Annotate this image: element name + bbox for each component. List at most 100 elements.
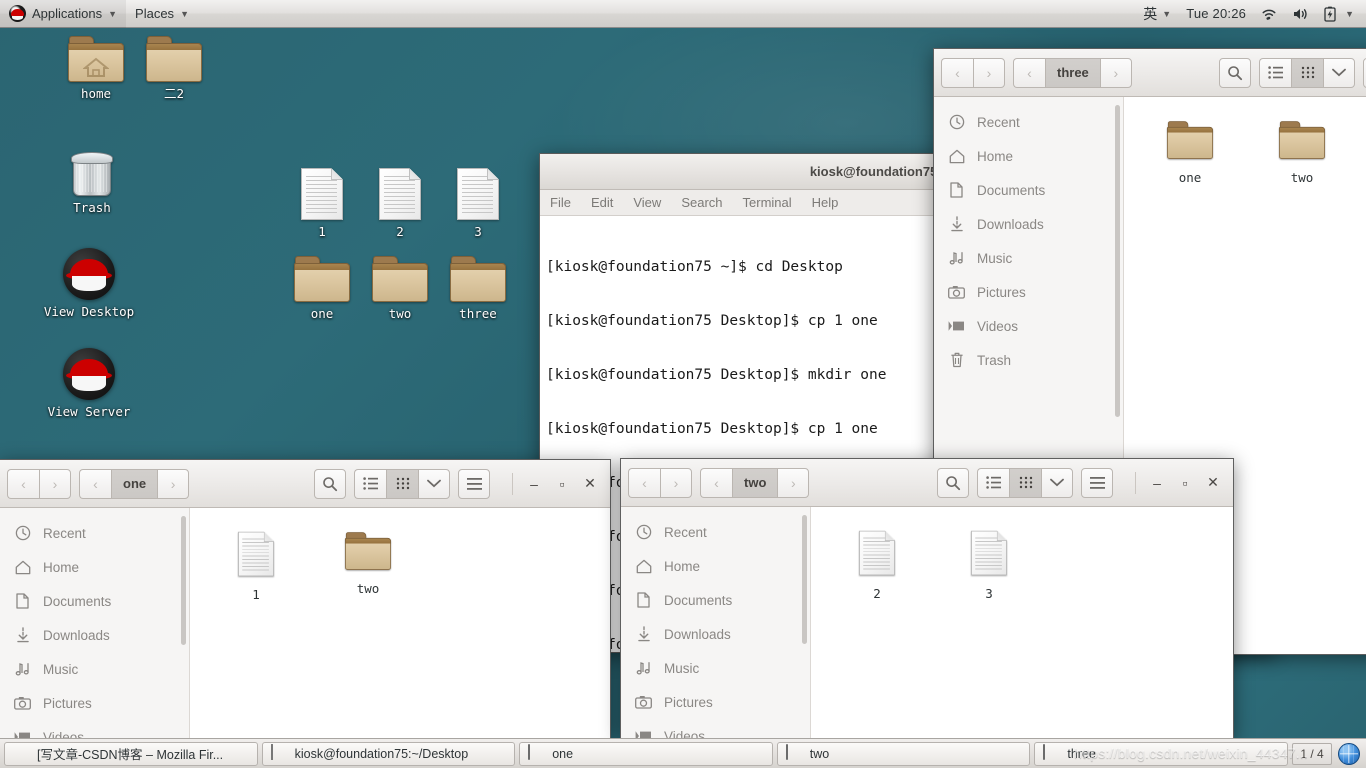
applications-menu[interactable]: Applications ▼ <box>0 0 127 28</box>
places-menu[interactable]: Places ▼ <box>126 0 198 28</box>
sidebar-item-pictures[interactable]: Pictures <box>0 686 189 720</box>
sidebar-item-recent[interactable]: Recent <box>0 516 189 550</box>
list-view-icon[interactable] <box>354 468 386 499</box>
taskbar-item-firefox[interactable]: [写文章-CSDN博客 – Mozilla Fir... <box>4 741 258 766</box>
hamburger-menu-icon[interactable] <box>1081 467 1113 498</box>
breadcrumb-prev-button[interactable]: ‹ <box>700 467 732 498</box>
clock[interactable]: Tue 20:26 <box>1180 0 1252 28</box>
workspace-switcher[interactable]: 1 / 4 <box>1292 742 1332 765</box>
file-item[interactable]: 2 <box>821 521 933 607</box>
desktop-icon-folder-er2[interactable]: 二2 <box>126 36 222 101</box>
sidebar-item-videos[interactable]: Videos <box>0 720 189 738</box>
breadcrumb-next-button[interactable]: › <box>1099 57 1132 88</box>
search-icon[interactable] <box>1219 57 1251 88</box>
sidebar-item-downloads[interactable]: Downloads <box>934 207 1123 241</box>
minimize-button[interactable]: – <box>1144 470 1170 496</box>
desktop-icon-view-server[interactable]: View Server <box>41 348 137 419</box>
menu-search[interactable]: Search <box>681 195 722 210</box>
sidebar-item-documents[interactable]: Documents <box>0 584 189 618</box>
maximize-button[interactable]: ▫ <box>549 471 575 497</box>
breadcrumb-current[interactable]: three <box>1045 57 1100 88</box>
grid-view-icon[interactable] <box>386 468 418 499</box>
sidebar-item-trash[interactable]: Trash <box>934 343 1123 377</box>
sidebar-item-recent[interactable]: Recent <box>934 105 1123 139</box>
breadcrumb-prev-button[interactable]: ‹ <box>1013 57 1045 88</box>
sidebar-item-videos[interactable]: Videos <box>621 719 810 738</box>
forward-button[interactable]: › <box>39 468 71 499</box>
home-icon <box>635 558 652 575</box>
sidebar-item-downloads[interactable]: Downloads <box>0 618 189 652</box>
desktop-icon-trash[interactable]: Trash <box>44 148 140 215</box>
volume-icon[interactable] <box>1286 0 1315 28</box>
close-button[interactable]: ✕ <box>1200 470 1226 496</box>
sidebar-scrollbar[interactable] <box>181 516 186 645</box>
hamburger-menu-icon[interactable] <box>458 468 490 499</box>
file-item[interactable]: two <box>312 522 424 608</box>
sidebar-item-music[interactable]: Music <box>934 241 1123 275</box>
taskbar-item-one[interactable]: one <box>519 741 773 766</box>
back-button[interactable]: ‹ <box>941 57 973 88</box>
menu-file[interactable]: File <box>550 195 571 210</box>
file-item[interactable]: 1 <box>200 522 312 608</box>
input-method-indicator[interactable]: 英 ▼ <box>1137 0 1177 28</box>
file-manager-window-two[interactable]: ‹ › ‹ two › – ▫ ✕ Recent Home Documents … <box>620 458 1234 739</box>
desktop-icon-file-3[interactable]: 3 <box>430 168 526 239</box>
list-view-icon[interactable] <box>977 467 1009 498</box>
sidebar-item-recent[interactable]: Recent <box>621 515 810 549</box>
sidebar-item-music[interactable]: Music <box>621 651 810 685</box>
sidebar-item-documents[interactable]: Documents <box>934 173 1123 207</box>
sidebar-item-videos[interactable]: Videos <box>934 309 1123 343</box>
file-list[interactable]: 2 3 <box>811 507 1233 738</box>
sidebar-scrollbar[interactable] <box>1115 105 1120 417</box>
breadcrumb-current[interactable]: one <box>111 468 158 499</box>
wifi-icon[interactable] <box>1255 0 1283 28</box>
menu-edit[interactable]: Edit <box>591 195 613 210</box>
battery-icon[interactable] <box>1318 0 1342 28</box>
grid-view-icon[interactable] <box>1009 467 1041 498</box>
sidebar-item-label: Downloads <box>43 627 110 643</box>
chevron-down-icon[interactable]: ▼ <box>1345 9 1358 19</box>
back-button[interactable]: ‹ <box>628 467 660 498</box>
file-item[interactable]: 3 <box>933 521 1045 607</box>
file-manager-window-one[interactable]: ‹ › ‹ one › – ▫ ✕ Recent Home Documents … <box>0 459 611 739</box>
breadcrumb-next-button[interactable]: › <box>157 468 190 499</box>
minimize-button[interactable]: – <box>521 471 547 497</box>
menu-view[interactable]: View <box>633 195 661 210</box>
sidebar-item-home[interactable]: Home <box>0 550 189 584</box>
grid-view-icon[interactable] <box>1291 57 1323 88</box>
forward-button[interactable]: › <box>973 57 1005 88</box>
sidebar-item-documents[interactable]: Documents <box>621 583 810 617</box>
desktop-icon-folder-three[interactable]: three <box>430 256 526 321</box>
file-item[interactable]: two <box>1246 111 1358 191</box>
taskbar-item-terminal[interactable]: kiosk@foundation75:~/Desktop <box>261 741 516 766</box>
maximize-button[interactable]: ▫ <box>1172 470 1198 496</box>
sidebar-scrollbar[interactable] <box>802 515 807 645</box>
sidebar-item-music[interactable]: Music <box>0 652 189 686</box>
chevron-down-icon[interactable] <box>1323 57 1355 88</box>
taskbar-item-three[interactable]: three <box>1034 741 1288 766</box>
breadcrumb-next-button[interactable]: › <box>777 467 810 498</box>
sidebar-item-home[interactable]: Home <box>621 549 810 583</box>
sidebar-item-home[interactable]: Home <box>934 139 1123 173</box>
taskbar-item-two[interactable]: two <box>776 741 1031 766</box>
globe-icon[interactable] <box>1338 742 1360 765</box>
list-view-icon[interactable] <box>1259 57 1291 88</box>
desktop-icon-view-desktop[interactable]: View Desktop <box>41 248 137 319</box>
forward-button[interactable]: › <box>660 467 692 498</box>
file-list[interactable]: 1 two <box>190 508 610 738</box>
sidebar-item-downloads[interactable]: Downloads <box>621 617 810 651</box>
menu-help[interactable]: Help <box>812 195 839 210</box>
chevron-down-icon[interactable] <box>418 468 450 499</box>
search-icon[interactable] <box>937 467 969 498</box>
breadcrumb-current[interactable]: two <box>732 467 778 498</box>
desktop-icon-label: home <box>80 86 112 101</box>
file-item[interactable]: one <box>1134 111 1246 191</box>
menu-terminal[interactable]: Terminal <box>743 195 792 210</box>
sidebar-item-pictures[interactable]: Pictures <box>934 275 1123 309</box>
chevron-down-icon[interactable] <box>1041 467 1073 498</box>
close-button[interactable]: ✕ <box>577 471 603 497</box>
breadcrumb-prev-button[interactable]: ‹ <box>79 468 111 499</box>
sidebar-item-pictures[interactable]: Pictures <box>621 685 810 719</box>
back-button[interactable]: ‹ <box>7 468 39 499</box>
search-icon[interactable] <box>314 468 346 499</box>
